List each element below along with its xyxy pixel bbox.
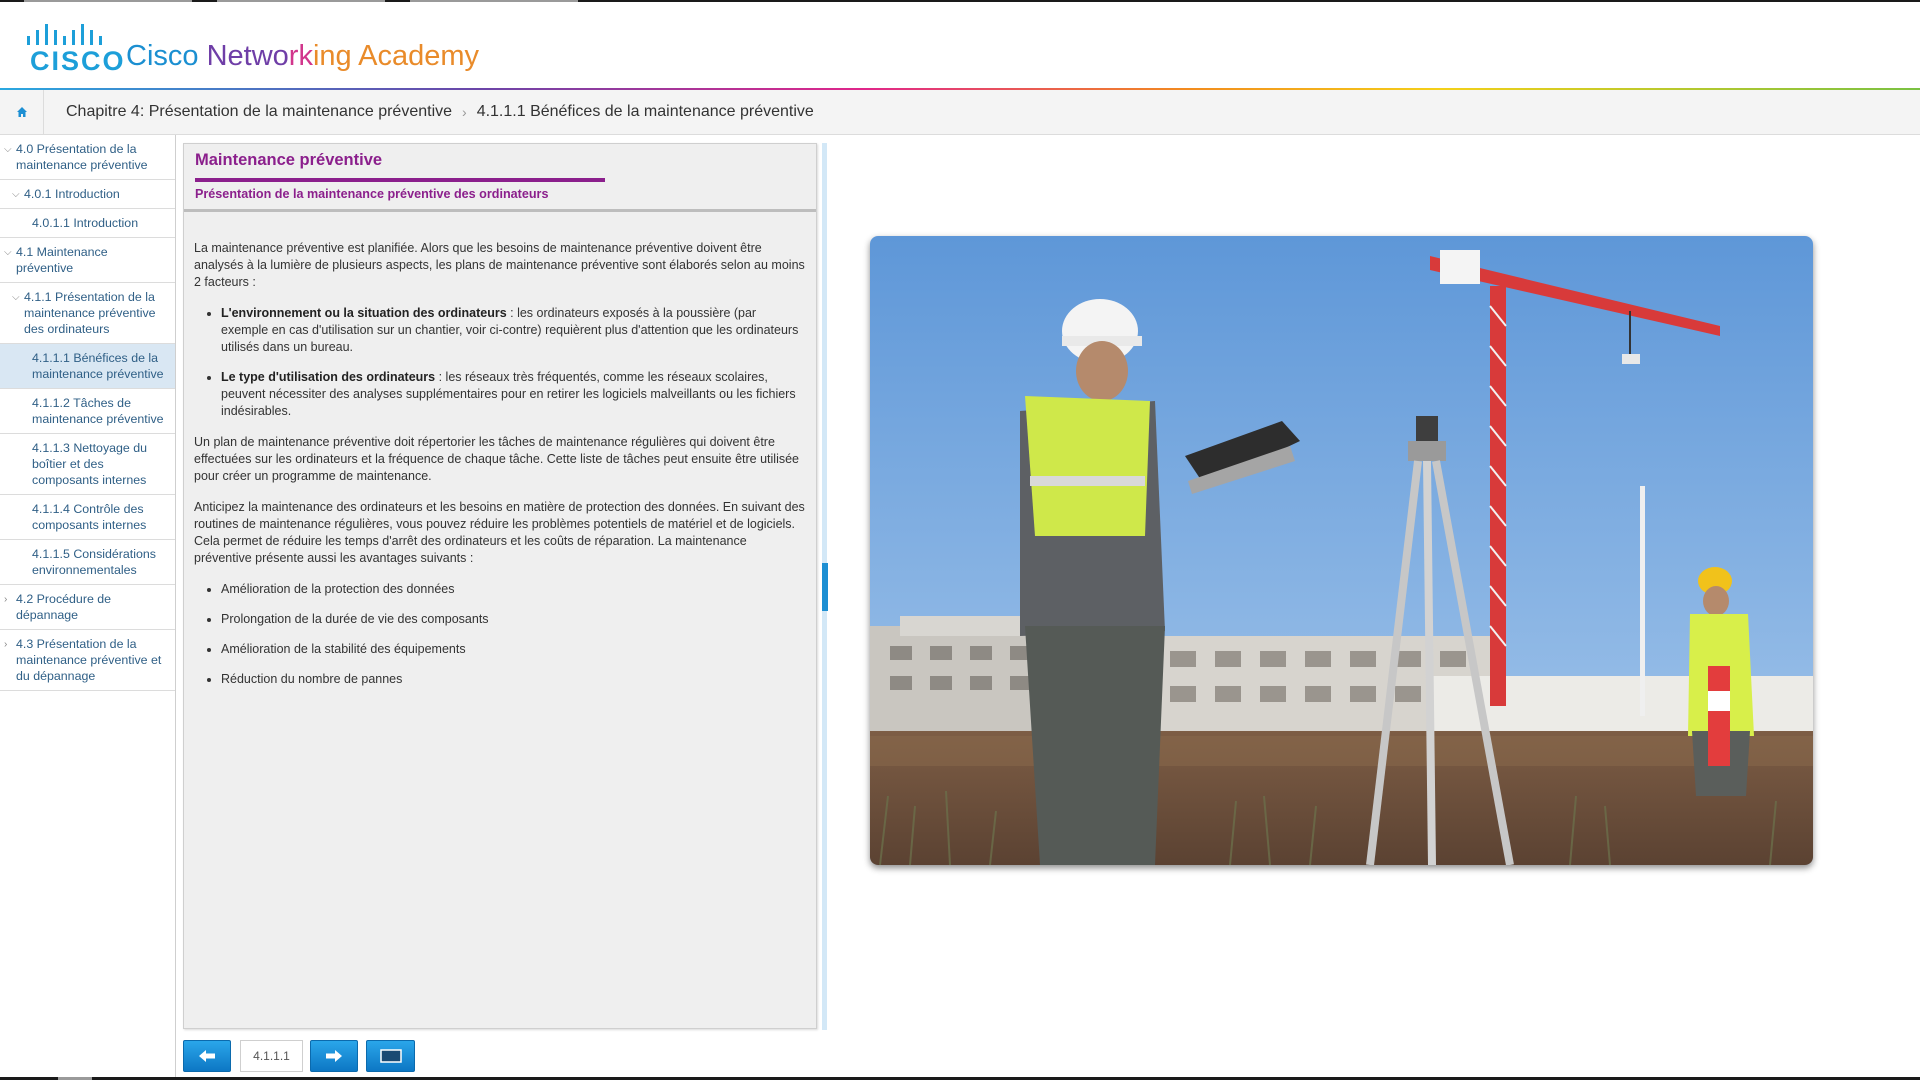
academy-title: Cisco Networking Academy <box>126 40 479 73</box>
anticipate-paragraph: Anticipez la maintenance des ordinateurs… <box>194 500 805 565</box>
construction-site-photo <box>870 236 1813 865</box>
list-item: Réduction du nombre de pannes <box>221 671 806 688</box>
sidebar-item-label: 4.1.1.3 Nettoyage du boîtier et des comp… <box>32 441 148 487</box>
cisco-wordmark: CISCO <box>30 46 126 76</box>
breadcrumb: Chapitre 4: Présentation de la maintenan… <box>0 90 1920 135</box>
sidebar-item-4-0[interactable]: ⌵ 4.0 Présentation de la maintenance pré… <box>0 135 175 180</box>
sidebar-item-label: 4.1.1 Présentation de la maintenance pré… <box>24 290 156 336</box>
arrow-right-icon <box>326 1050 342 1062</box>
sidebar-item-label: 4.1.1.1 Bénéfices de la maintenance prév… <box>32 351 164 381</box>
sidebar-item-label: 4.2 Procédure de dépannage <box>16 592 112 622</box>
sidebar-item-label: 4.0.1.1 Introduction <box>32 216 139 230</box>
chevron-down-icon: ⌵ <box>12 189 20 200</box>
sidebar-item-label: 4.1 Maintenance préventive <box>16 245 108 275</box>
breadcrumb-separator-icon: › <box>462 104 467 120</box>
chevron-down-icon: ⌵ <box>12 292 20 303</box>
chevron-down-icon: ⌵ <box>4 247 12 258</box>
sidebar-item-label: 4.1.1.2 Tâches de maintenance préventive <box>32 396 164 426</box>
cisco-logo[interactable]: CISCO <box>24 24 124 76</box>
sidebar-item-4-1-1[interactable]: ⌵ 4.1.1 Présentation de la maintenance p… <box>0 283 175 344</box>
cisco-bars-icon <box>27 24 102 45</box>
sidebar-item-4-1-1-1[interactable]: 4.1.1.1 Bénéfices de la maintenance prév… <box>0 344 175 389</box>
page-number-field[interactable]: 4.1.1.1 <box>240 1040 303 1072</box>
arrow-left-icon <box>199 1050 215 1062</box>
sidebar-item-4-2[interactable]: › 4.2 Procédure de dépannage <box>0 585 175 630</box>
sidebar-nav: ⌵ 4.0 Présentation de la maintenance pré… <box>0 135 176 1080</box>
academy-title-part: Academy <box>358 40 480 72</box>
list-item: L'environnement ou la situation des ordi… <box>221 305 806 356</box>
list-item: Amélioration de la protection des donnée… <box>221 581 806 598</box>
academy-title-part: rk <box>288 40 313 72</box>
intro-paragraph: La maintenance préventive est planifiée.… <box>194 241 805 289</box>
sidebar-item-label: 4.1.1.5 Considérations environnementales <box>32 547 156 577</box>
sidebar-item-4-0-1-1[interactable]: 4.0.1.1 Introduction <box>0 209 175 238</box>
chevron-right-icon: › <box>4 639 8 650</box>
academy-title-part: Netwo <box>206 40 289 72</box>
academy-title-part: ing <box>312 40 359 72</box>
chevron-down-icon: ⌵ <box>4 144 12 155</box>
sidebar-item-4-1-1-5[interactable]: 4.1.1.5 Considérations environnementales <box>0 540 175 585</box>
factor-term: L'environnement ou la situation des ordi… <box>221 306 507 320</box>
fullscreen-button[interactable] <box>366 1040 415 1072</box>
prev-button[interactable] <box>183 1040 231 1072</box>
factor-list: L'environnement ou la situation des ordi… <box>221 305 806 420</box>
sidebar-item-4-0-1[interactable]: ⌵ 4.0.1 Introduction <box>0 180 175 209</box>
next-button[interactable] <box>310 1040 358 1072</box>
list-item: Amélioration de la stabilité des équipem… <box>221 641 806 658</box>
sidebar-item-4-1-1-3[interactable]: 4.1.1.3 Nettoyage du boîtier et des comp… <box>0 434 175 495</box>
page-subtitle: Présentation de la maintenance préventiv… <box>195 187 549 201</box>
app-header: CISCO Cisco Networking Academy <box>0 2 1920 88</box>
screen-icon <box>379 1049 402 1063</box>
sidebar-item-4-1-1-4[interactable]: 4.1.1.4 Contrôle des composants internes <box>0 495 175 540</box>
chevron-right-icon: › <box>4 594 8 605</box>
sidebar-item-label: 4.3 Présentation de la maintenance préve… <box>16 637 162 683</box>
breadcrumb-chapter[interactable]: Chapitre 4: Présentation de la maintenan… <box>66 103 452 121</box>
factor-term: Le type d'utilisation des ordinateurs <box>221 370 436 384</box>
content-panel: Maintenance préventive Présentation de l… <box>183 143 817 1029</box>
plan-paragraph: Un plan de maintenance préventive doit r… <box>194 435 800 483</box>
home-button[interactable] <box>0 90 44 134</box>
benefit-list: Amélioration de la protection des donnée… <box>221 581 806 688</box>
sidebar-item-4-1[interactable]: ⌵ 4.1 Maintenance préventive <box>0 238 175 283</box>
list-item: Le type d'utilisation des ordinateurs : … <box>221 369 806 420</box>
sidebar-item-label: 4.1.1.4 Contrôle des composants internes <box>32 502 147 532</box>
breadcrumb-page: 4.1.1.1 Bénéfices de la maintenance prév… <box>476 103 814 120</box>
panel-body: La maintenance préventive est planifiée.… <box>194 240 806 702</box>
home-icon <box>16 107 27 117</box>
page-title: Maintenance préventive <box>195 151 383 169</box>
academy-title-part: Cisco <box>126 40 207 72</box>
panel-header: Maintenance préventive Présentation de l… <box>184 144 816 212</box>
pane-splitter-handle[interactable] <box>822 563 828 611</box>
sidebar-item-label: 4.0.1 Introduction <box>24 187 120 201</box>
title-underline <box>195 178 605 182</box>
sidebar-item-label: 4.0 Présentation de la maintenance préve… <box>16 142 148 172</box>
list-item: Prolongation de la durée de vie des comp… <box>221 611 806 628</box>
sidebar-item-4-1-1-2[interactable]: 4.1.1.2 Tâches de maintenance préventive <box>0 389 175 434</box>
sidebar-item-4-3[interactable]: › 4.3 Présentation de la maintenance pré… <box>0 630 175 691</box>
